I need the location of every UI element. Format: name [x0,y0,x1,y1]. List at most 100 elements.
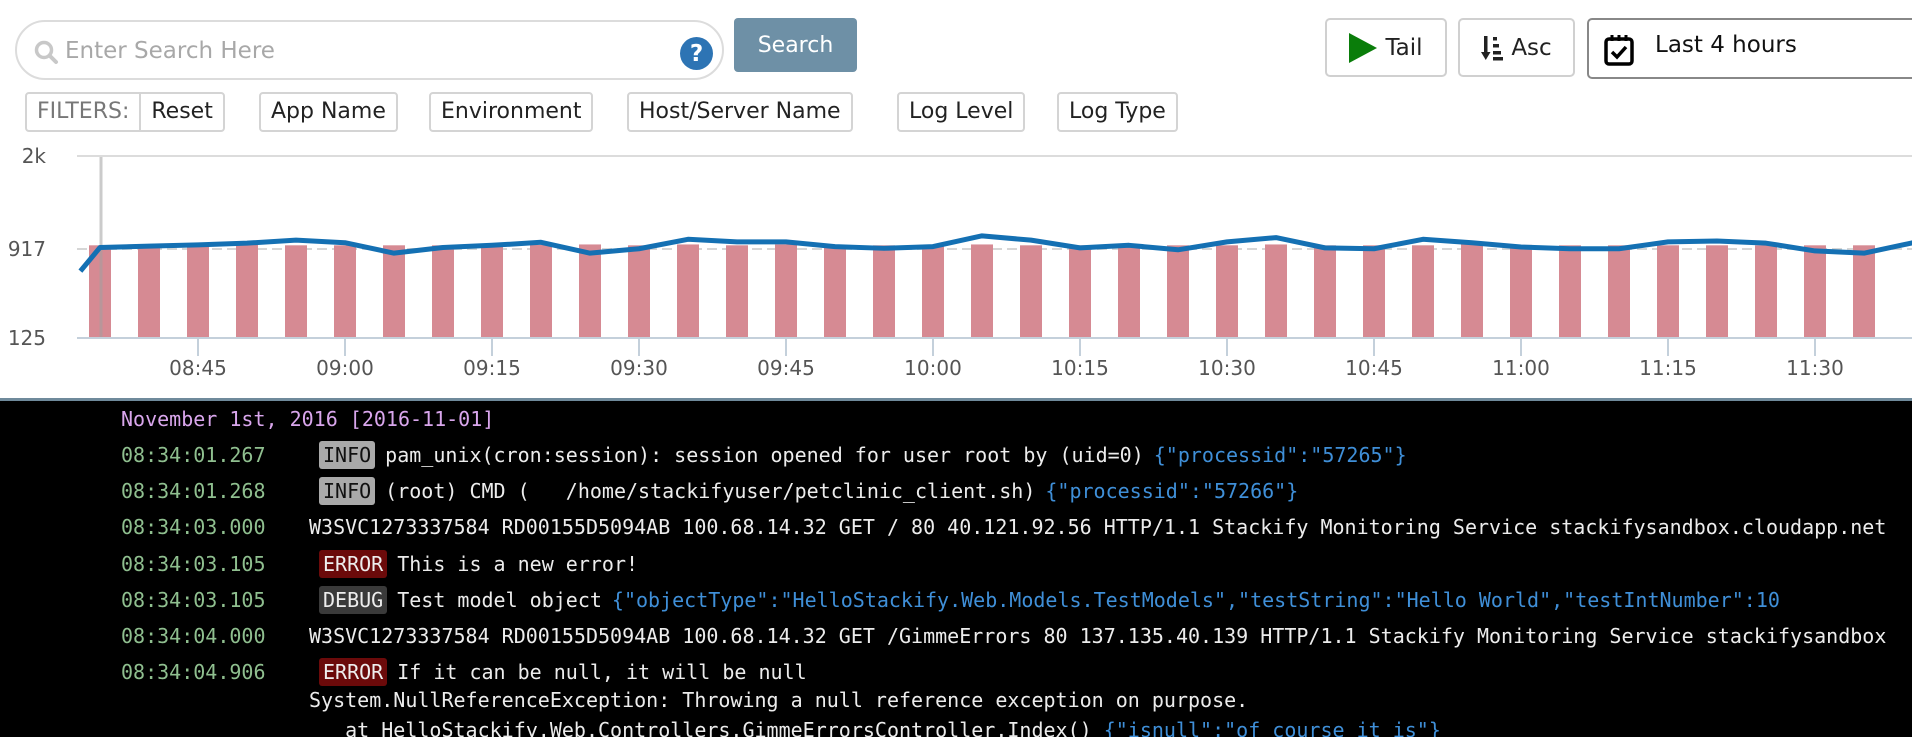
sort-label: Asc [1511,34,1552,61]
bar [1412,245,1434,338]
x-tick-label: 09:15 [463,356,521,380]
filters-group: FILTERS: Reset [25,92,225,132]
log-message: This is a new error! [397,551,639,576]
log-timestamp: 08:34:01.268 [121,479,266,504]
log-body: W3SVC1273337584 RD00155D5094AB 100.68.14… [309,515,1886,539]
log-message: Test model object [397,587,602,612]
log-timestamp: 08:34:03.000 [121,515,266,540]
log-row[interactable]: 08:34:03.000 W3SVC1273337584 RD00155D5094… [0,511,1912,543]
log-row[interactable]: 08:34:04.906 ERROR If it can be null, it w… [0,656,1912,688]
stack-trace-text: System.NullReferenceException: Throwing … [309,688,1249,713]
log-json-data[interactable]: {"processid":"57266"} [1045,479,1298,503]
log-timestamp: 08:34:01.267 [121,443,266,467]
log-level-badge: ERROR [319,549,388,578]
filter-log-level[interactable]: Log Level [897,92,1026,132]
bar [628,245,650,338]
bar [138,244,160,338]
bar [677,244,699,338]
y-tick-label: 917 [8,237,46,261]
bar [971,244,993,338]
bar [1853,245,1875,338]
search-input[interactable] [65,32,665,70]
bar [187,244,209,338]
bar [824,245,846,338]
search-box: ? [15,20,724,80]
log-row[interactable]: 08:34:01.268 INFO (root) CMD ( /home/stack… [0,475,1912,507]
log-timestamp: 08:34:04.906 [121,660,266,685]
log-message: pam_unix(cron:session): session opened f… [385,443,1144,467]
bar [1167,245,1189,338]
bar [432,245,454,338]
tail-button[interactable]: Tail [1325,18,1447,77]
x-tick-label: 10:15 [1051,356,1109,380]
question-circle-icon[interactable]: ? [680,37,713,70]
x-tick-label: 08:45 [169,356,227,380]
log-body: INFO pam_unix(cron:session): session open… [319,441,1407,469]
log-message: (root) CMD ( /home/stackifyuser/petclini… [385,479,1036,504]
log-date-header: November 1st, 2016 [2016-11-01] [121,407,495,431]
chart-canvas: 2k 917 125 08:45 09:00 09:15 09:30 09:45 10:00 10… [8,144,1912,380]
log-json-data[interactable]: {"objectType":"HelloStackify.Web.Models.… [612,588,1780,612]
date-range-picker[interactable]: Last 4 hours [1587,18,1912,79]
bar [1069,245,1091,338]
log-json-data[interactable]: {"isnull":"of course it is"} [1092,718,1441,737]
log-message: If it can be null, it will be null [397,660,807,685]
bar [1363,245,1385,338]
log-row[interactable]: 08:34:03.105 DEBUG Test model object {"obje… [0,584,1912,616]
log-timestamp: 08:34:03.105 [121,587,266,612]
search-button[interactable]: Search [734,18,857,72]
log-body: INFO (root) CMD ( /home/stackifyuser/petc… [319,477,1298,506]
bar [383,245,405,338]
filter-environment[interactable]: Environment [429,92,594,132]
date-range-label: Last 4 hours [1655,32,1797,58]
x-tick-label: 10:00 [904,356,962,380]
bar [1314,245,1336,338]
bar [1755,245,1777,338]
x-tick-label: 09:30 [610,356,668,380]
log-level-badge: ERROR [319,658,388,687]
log-body: ERROR This is a new error! [319,549,639,578]
x-tick-label: 11:00 [1492,356,1550,380]
filters-label: FILTERS: [27,94,142,130]
bar [775,244,797,338]
log-volume-chart[interactable]: 2k 917 125 08:45 09:00 09:15 09:30 09:45 10:00 10… [0,140,1912,398]
log-message: W3SVC1273337584 RD00155D5094AB 100.68.14… [309,624,1887,648]
bar [1216,245,1238,338]
filter-host-server-name[interactable]: Host/Server Name [627,92,853,132]
filter-app-name[interactable]: App Name [259,92,398,132]
bar [1461,244,1483,338]
x-tick-label: 11:30 [1786,356,1844,380]
log-message: W3SVC1273337584 RD00155D5094AB 100.68.14… [309,515,1887,540]
x-tick-label: 09:00 [316,356,374,380]
filter-log-type[interactable]: Log Type [1057,92,1178,132]
bar [236,244,258,338]
bar [1559,245,1581,338]
tail-label: Tail [1385,34,1423,61]
log-body: DEBUG Test model object {"objectType":"Hel… [319,585,1780,614]
log-row[interactable]: 08:34:01.267 INFO pam_unix(cron:session): … [0,439,1912,471]
x-tick-label: 10:30 [1198,356,1256,380]
log-json-data[interactable]: {"processid":"57265"} [1154,443,1407,467]
log-level-badge: INFO [319,477,376,506]
stack-trace-text: at HelloStackify.Web.Controllers.GimmeEr… [309,718,1092,737]
log-level-badge: INFO [319,441,376,469]
bar [1118,245,1140,338]
log-level-badge: DEBUG [319,585,388,614]
log-row[interactable]: 08:34:03.105 ERROR This is a new error! [0,548,1912,580]
stack-trace-line: System.NullReferenceException: Throwing … [309,688,1248,712]
log-body: ERROR If it can be null, it will be null [319,658,807,687]
sort-order-button[interactable]: Asc [1458,18,1575,77]
log-row[interactable]: 08:34:04.000 W3SVC1273337584 RD00155D5094… [0,620,1912,652]
log-panel[interactable]: November 1st, 2016 [2016-11-01] 08:34:01… [0,398,1912,737]
bar [1657,245,1679,338]
filters-reset-button[interactable]: Reset [141,94,222,130]
calendar-check-icon [1604,35,1634,66]
bar [334,245,356,338]
y-tick-label: 2k [22,144,47,168]
bar [530,244,552,338]
bar [579,244,601,338]
bar [873,245,895,338]
bar [1510,244,1532,338]
log-timestamp: 08:34:04.000 [121,624,266,648]
stack-trace-line: at HelloStackify.Web.Controllers.GimmeEr… [309,718,1441,737]
